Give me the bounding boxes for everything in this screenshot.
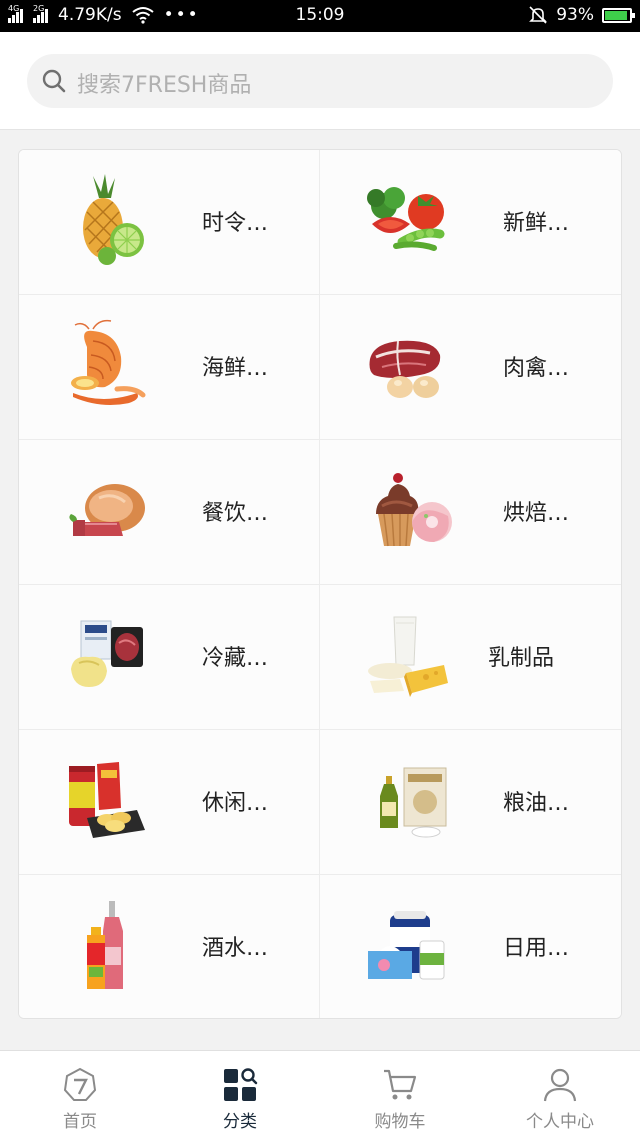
search-header: 搜索7FRESH商品	[0, 32, 640, 130]
search-placeholder: 搜索7FRESH商品	[77, 73, 252, 98]
battery-percent: 93%	[556, 5, 594, 25]
bell-muted-icon	[529, 6, 548, 24]
milk-cheese-icon	[368, 616, 448, 697]
category-item-beverages[interactable]: 酒水…	[19, 875, 320, 1018]
category-label: 日用…	[503, 936, 570, 961]
tab-home-label: 首页	[63, 1112, 97, 1132]
category-label: 冷藏…	[202, 646, 269, 671]
drinks-bottles-icon	[87, 901, 123, 989]
tab-cart-label: 购物车	[374, 1112, 426, 1132]
search-input[interactable]: 搜索7FRESH商品	[27, 54, 613, 108]
category-item-chilled[interactable]: 冷藏…	[19, 585, 320, 730]
category-label: 烘焙…	[503, 501, 570, 526]
category-item-seasonal-fruit[interactable]: 时令…	[19, 150, 320, 295]
chilled-food-icon	[71, 620, 143, 687]
category-label: 乳制品	[488, 646, 555, 671]
category-item-snacks[interactable]: 休闲…	[19, 730, 320, 875]
tab-profile-label: 个人中心	[526, 1112, 594, 1132]
pineapple-lime-icon	[83, 174, 144, 265]
category-label: 餐饮…	[202, 501, 269, 526]
user-icon	[543, 1068, 577, 1102]
category-label: 肉禽…	[503, 356, 570, 381]
category-label: 海鲜…	[202, 356, 269, 381]
category-label: 新鲜…	[503, 211, 570, 236]
home-7fresh-icon	[63, 1067, 97, 1101]
category-label: 粮油…	[503, 791, 570, 816]
tab-cart[interactable]: 购物车	[320, 1051, 480, 1138]
ham-icon	[69, 484, 145, 536]
vegetables-icon	[367, 187, 445, 251]
household-goods-icon	[368, 911, 445, 980]
search-icon	[42, 69, 66, 93]
status-bar: 4G 2G 4.79K/s ••• 15:09 93%	[0, 0, 640, 32]
battery-icon	[602, 7, 635, 23]
steak-eggs-icon	[369, 340, 441, 398]
category-item-bakery[interactable]: 烘焙…	[320, 440, 621, 585]
rice-oil-icon	[380, 767, 447, 838]
category-label: 休闲…	[202, 791, 269, 816]
shrimp-icon	[71, 319, 146, 405]
tab-category[interactable]: 分类	[160, 1051, 320, 1138]
snacks-chips-icon	[69, 762, 145, 838]
category-item-grain-oil[interactable]: 粮油…	[320, 730, 621, 875]
category-grid: 时令… 新鲜… 海鲜… 肉禽… 餐饮… 烘焙… 冷藏… 乳制品 休闲… 粮油… …	[18, 149, 622, 1019]
category-item-dining[interactable]: 餐饮…	[19, 440, 320, 585]
bottom-tab-bar: 首页 分类 购物车 个人中心	[0, 1050, 640, 1138]
tab-profile[interactable]: 个人中心	[480, 1051, 640, 1138]
category-grid-icon	[224, 1068, 258, 1101]
category-label: 时令…	[202, 211, 269, 236]
category-item-fresh-vegetables[interactable]: 新鲜…	[320, 150, 621, 295]
category-item-dairy[interactable]: 乳制品	[320, 585, 621, 730]
category-item-daily-use[interactable]: 日用…	[320, 875, 621, 1018]
cart-icon	[384, 1069, 417, 1100]
tab-home[interactable]: 首页	[0, 1051, 160, 1138]
tab-category-label: 分类	[223, 1112, 257, 1132]
category-item-seafood[interactable]: 海鲜…	[19, 295, 320, 440]
category-label: 酒水…	[202, 936, 269, 961]
category-item-meat-poultry[interactable]: 肉禽…	[320, 295, 621, 440]
cupcake-icon	[376, 473, 452, 547]
